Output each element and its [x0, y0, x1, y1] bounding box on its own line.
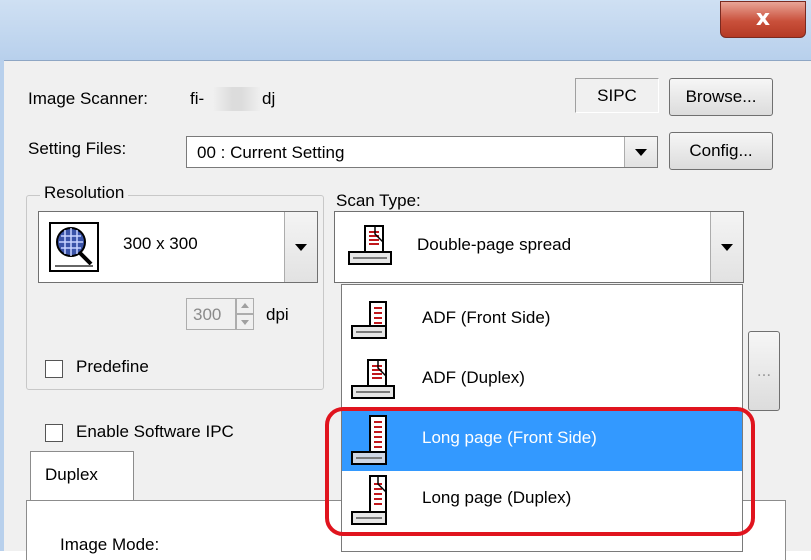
- scan-type-option-adf-front[interactable]: ADF (Front Side): [342, 291, 742, 351]
- scan-type-label: Scan Type:: [336, 191, 421, 210]
- option-label: ADF (Front Side): [422, 308, 551, 327]
- close-icon: x: [755, 6, 771, 31]
- image-scanner-label: Image Scanner:: [28, 89, 149, 108]
- adf-duplex-icon: [351, 359, 395, 399]
- double-page-spread-icon: [348, 225, 392, 265]
- adf-front-icon: [351, 301, 387, 339]
- resolution-group-label: Resolution: [40, 183, 129, 203]
- dialog-body: Image Scanner: fi- dj SIPC Browse... Set…: [4, 60, 811, 560]
- highlight-annotation: [325, 407, 755, 536]
- resolution-dropdown[interactable]: 300 x 300: [38, 211, 318, 283]
- close-button[interactable]: x: [720, 1, 806, 38]
- chevron-up-icon: [241, 303, 249, 308]
- software-ipc-label: Enable Software IPC: [76, 422, 234, 441]
- scanner-model-suffix: dj: [262, 89, 276, 108]
- resolution-icon: [49, 222, 99, 272]
- title-bar: [0, 0, 811, 60]
- predefine-checkbox[interactable]: [45, 360, 63, 378]
- dpi-field[interactable]: 300: [186, 298, 236, 330]
- software-ipc-checkbox[interactable]: [45, 424, 63, 442]
- chevron-down-icon[interactable]: [710, 212, 743, 282]
- option-label: ADF (Duplex): [422, 368, 525, 387]
- dpi-spin-down[interactable]: [236, 314, 254, 330]
- scan-type-dropdown[interactable]: Double-page spread: [334, 211, 744, 283]
- chevron-down-icon[interactable]: [284, 212, 317, 282]
- tab-duplex-label: Duplex: [45, 465, 98, 484]
- browse-button[interactable]: Browse...: [669, 78, 773, 116]
- redacted-model: [213, 87, 261, 111]
- setting-files-label: Setting Files:: [28, 139, 127, 158]
- scanner-model-prefix: fi-: [190, 89, 205, 108]
- config-button[interactable]: Config...: [669, 132, 773, 170]
- scan-type-value: Double-page spread: [417, 235, 572, 254]
- image-mode-label: Image Mode:: [60, 535, 160, 554]
- resolution-value: 300 x 300: [123, 234, 198, 253]
- dpi-value: 300: [193, 305, 222, 324]
- setting-files-value: 00 : Current Setting: [197, 143, 345, 162]
- chevron-down-icon[interactable]: [624, 137, 657, 167]
- tab-duplex[interactable]: Duplex: [30, 451, 134, 501]
- chevron-down-icon: [241, 320, 249, 325]
- dpi-unit-label: dpi: [266, 305, 289, 324]
- dpi-spin-up[interactable]: [236, 298, 254, 314]
- scan-type-option-adf-duplex[interactable]: ADF (Duplex): [342, 351, 742, 411]
- ellipsis-button[interactable]: ...: [748, 331, 780, 411]
- setting-files-dropdown[interactable]: 00 : Current Setting: [186, 136, 658, 168]
- sipc-indicator: SIPC: [575, 78, 659, 113]
- predefine-label: Predefine: [76, 357, 149, 376]
